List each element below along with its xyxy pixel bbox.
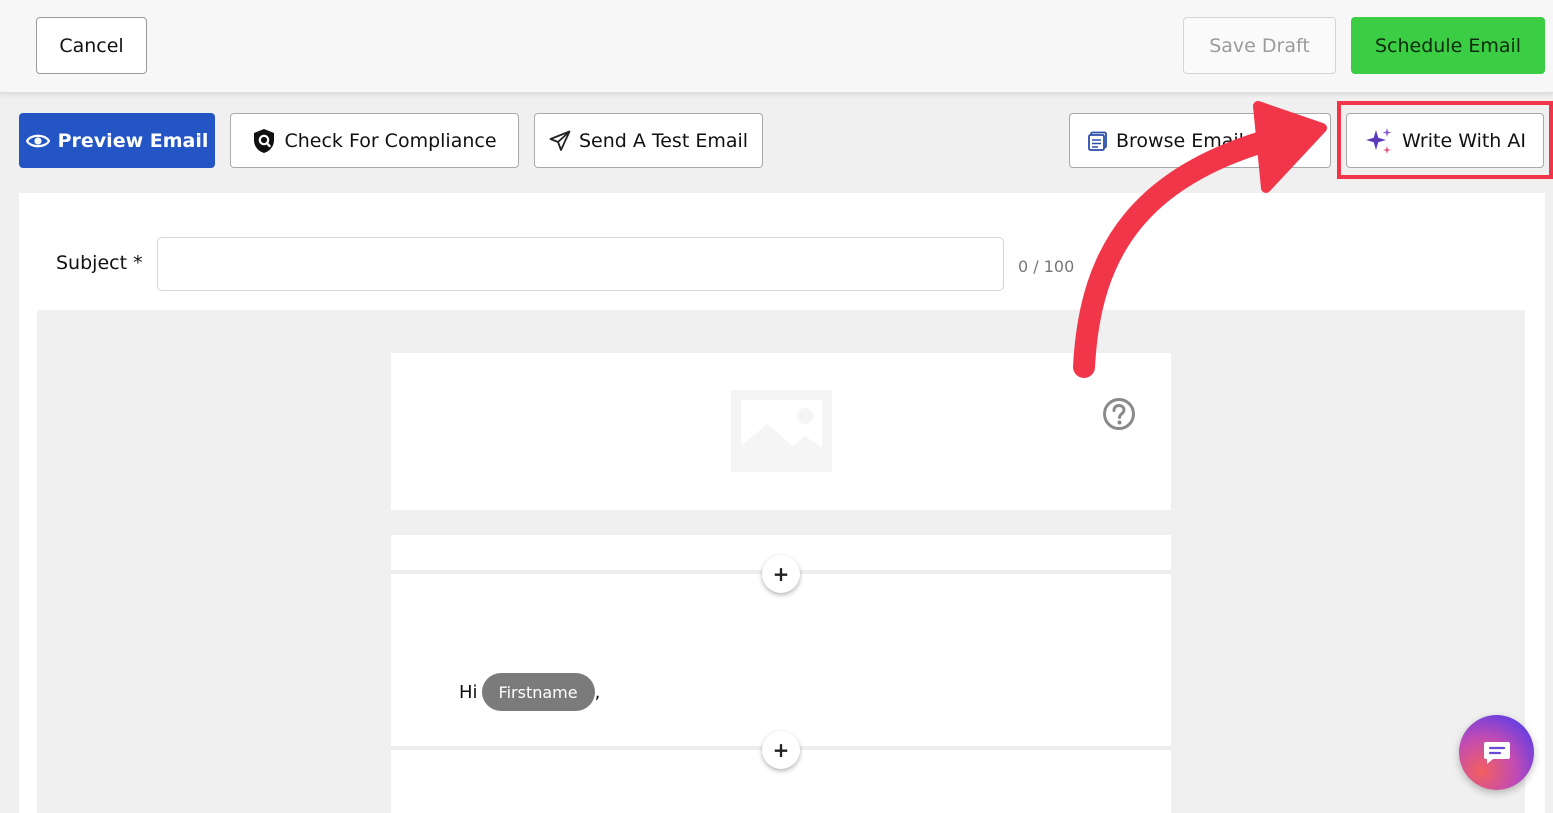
schedule-email-button[interactable]: Schedule Email [1351, 17, 1545, 74]
eye-icon [25, 133, 50, 149]
check-compliance-label: Check For Compliance [284, 129, 497, 152]
add-block-button[interactable]: + [762, 731, 800, 769]
greeting-text: Hi [459, 681, 478, 703]
subject-char-counter: 0 / 100 [1018, 257, 1075, 276]
question-icon[interactable] [1102, 397, 1136, 431]
greeting-line[interactable]: Hi Firstname , [459, 673, 600, 711]
ai-button-highlight-box [1337, 101, 1553, 179]
subject-input[interactable] [157, 237, 1004, 291]
save-draft-button[interactable]: Save Draft [1183, 17, 1336, 74]
schedule-email-button-label: Schedule Email [1374, 34, 1522, 57]
top-toolbar: Cancel Save Draft Schedule Email [0, 0, 1553, 93]
cancel-button[interactable]: Cancel [36, 17, 147, 74]
save-draft-button-label: Save Draft [1209, 34, 1310, 57]
preview-email-button[interactable]: Preview Email [19, 113, 215, 168]
image-placeholder-icon[interactable] [731, 390, 832, 472]
browse-email-templates-label: Browse Email [1116, 129, 1244, 152]
paper-plane-icon [549, 130, 571, 152]
send-test-email-button[interactable]: Send A Test Email [534, 113, 763, 168]
greeting-comma: , [594, 681, 601, 703]
check-compliance-button[interactable]: Check For Compliance [230, 113, 519, 168]
cancel-button-label: Cancel [59, 34, 124, 57]
chat-support-button[interactable] [1459, 715, 1534, 790]
firstname-merge-tag[interactable]: Firstname [481, 673, 595, 711]
template-icon [1088, 131, 1108, 151]
send-test-email-label: Send A Test Email [578, 129, 749, 152]
shield-search-icon [252, 128, 276, 154]
preview-email-label: Preview Email [57, 129, 209, 152]
add-block-button[interactable]: + [762, 555, 800, 593]
subject-label: Subject * [56, 252, 143, 274]
chat-icon [1483, 740, 1511, 766]
browse-email-templates-button[interactable]: Browse Email [1069, 113, 1331, 168]
